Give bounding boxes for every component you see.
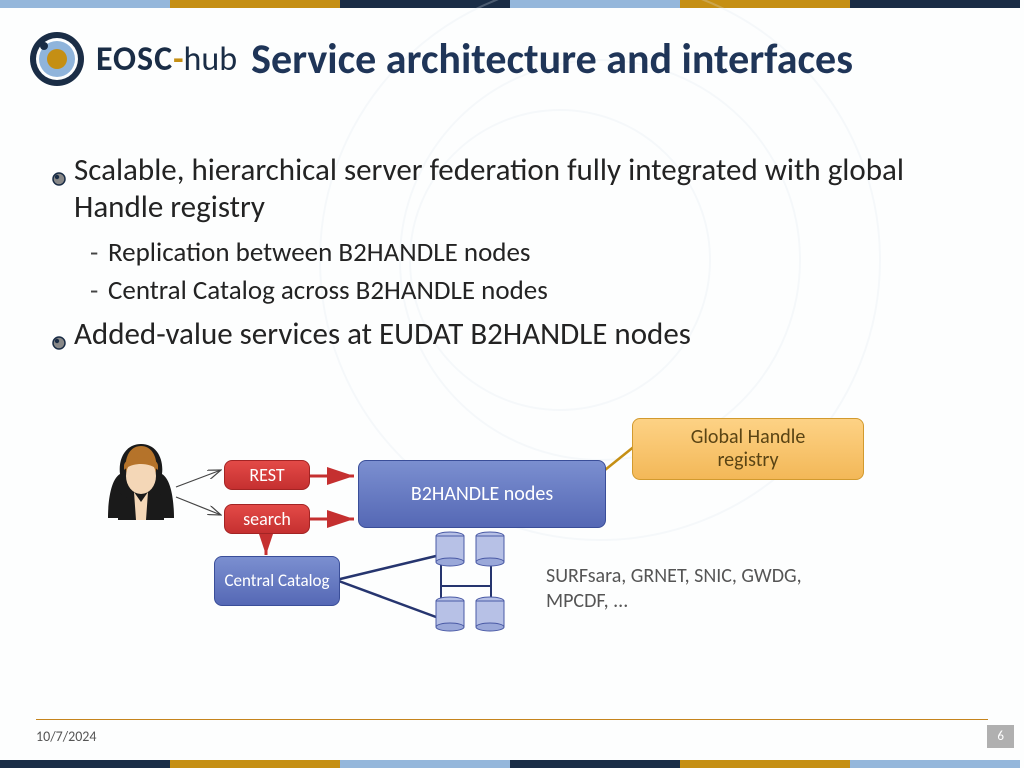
global-handle-box: Global Handle registry <box>632 418 864 480</box>
user-icon <box>108 444 174 520</box>
bullet-marker-icon <box>52 322 74 359</box>
logo-hub: hub <box>184 39 238 80</box>
eosc-hub-logo: EOSC - hub <box>28 30 237 88</box>
db-cluster-icon <box>436 532 504 631</box>
architecture-diagram: REST search B2HANDLE nodes Central Catal… <box>96 412 916 682</box>
bullet-marker-icon <box>52 158 74 226</box>
bullet-2: Added-value services at EUDAT B2HANDLE n… <box>52 316 952 359</box>
footer-date: 10/7/2024 <box>36 728 96 745</box>
bullet-1-sub-2: -Central Catalog across B2HANDLE nodes <box>90 272 952 310</box>
logo-dash: - <box>173 39 183 80</box>
bullet-1: Scalable, hierarchical server federation… <box>52 152 952 226</box>
search-box: search <box>224 504 310 534</box>
catalog-box: Central Catalog <box>214 556 340 606</box>
sites-label: SURFsara, GRNET, SNIC, GWDG, MPCDF, ... <box>546 564 826 614</box>
page-number: 6 <box>987 725 1014 748</box>
rest-box: REST <box>224 460 310 490</box>
logo-eosc: EOSC <box>96 39 173 80</box>
slide-title: Service architecture and interfaces <box>251 34 853 85</box>
bullet-1-sub-1: -Replication between B2HANDLE nodes <box>90 234 952 272</box>
b2handle-box: B2HANDLE nodes <box>358 460 606 528</box>
